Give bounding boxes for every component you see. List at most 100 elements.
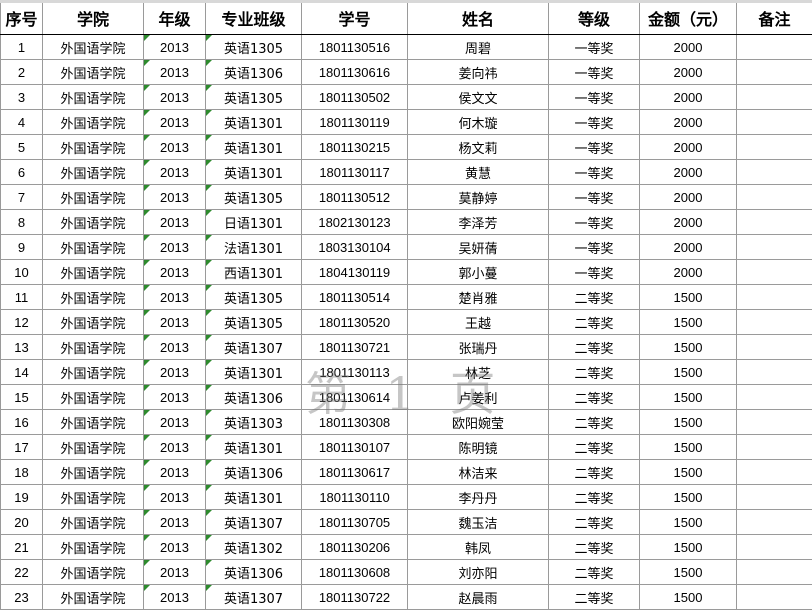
- header-college[interactable]: 学院: [42, 0, 144, 35]
- cell-remark[interactable]: [736, 484, 812, 510]
- cell-grade[interactable]: 2013: [143, 509, 206, 535]
- cell-index[interactable]: 23: [0, 584, 43, 610]
- cell-index[interactable]: 3: [0, 84, 43, 110]
- cell-amount[interactable]: 2000: [639, 234, 737, 260]
- cell-level[interactable]: 二等奖: [548, 559, 640, 585]
- cell-class[interactable]: 英语1305: [205, 284, 302, 310]
- cell-class[interactable]: 英语1301: [205, 359, 302, 385]
- cell-level[interactable]: 二等奖: [548, 384, 640, 410]
- cell-class[interactable]: 英语1301: [205, 434, 302, 460]
- cell-name[interactable]: 何木璇: [407, 109, 549, 135]
- cell-amount[interactable]: 1500: [639, 459, 737, 485]
- cell-student-id[interactable]: 1801130616: [301, 59, 408, 85]
- cell-remark[interactable]: [736, 434, 812, 460]
- cell-grade[interactable]: 2013: [143, 309, 206, 335]
- cell-level[interactable]: 一等奖: [548, 109, 640, 135]
- cell-index[interactable]: 10: [0, 259, 43, 285]
- cell-student-id[interactable]: 1802130123: [301, 209, 408, 235]
- cell-class[interactable]: 英语1306: [205, 384, 302, 410]
- cell-class[interactable]: 英语1305: [205, 84, 302, 110]
- cell-level[interactable]: 二等奖: [548, 334, 640, 360]
- cell-name[interactable]: 李丹丹: [407, 484, 549, 510]
- cell-grade[interactable]: 2013: [143, 234, 206, 260]
- cell-grade[interactable]: 2013: [143, 359, 206, 385]
- cell-name[interactable]: 林洁来: [407, 459, 549, 485]
- cell-remark[interactable]: [736, 359, 812, 385]
- cell-grade[interactable]: 2013: [143, 534, 206, 560]
- cell-level[interactable]: 一等奖: [548, 159, 640, 185]
- cell-student-id[interactable]: 1801130308: [301, 409, 408, 435]
- cell-grade[interactable]: 2013: [143, 209, 206, 235]
- cell-index[interactable]: 16: [0, 409, 43, 435]
- cell-college[interactable]: 外国语学院: [42, 459, 144, 485]
- cell-student-id[interactable]: 1801130617: [301, 459, 408, 485]
- cell-grade[interactable]: 2013: [143, 434, 206, 460]
- header-index[interactable]: 序号: [0, 0, 43, 35]
- cell-college[interactable]: 外国语学院: [42, 109, 144, 135]
- cell-name[interactable]: 楚肖雅: [407, 284, 549, 310]
- cell-amount[interactable]: 1500: [639, 584, 737, 610]
- cell-grade[interactable]: 2013: [143, 134, 206, 160]
- cell-name[interactable]: 欧阳婉莹: [407, 409, 549, 435]
- cell-index[interactable]: 20: [0, 509, 43, 535]
- cell-amount[interactable]: 1500: [639, 509, 737, 535]
- cell-level[interactable]: 二等奖: [548, 359, 640, 385]
- cell-class[interactable]: 英语1307: [205, 584, 302, 610]
- cell-remark[interactable]: [736, 459, 812, 485]
- cell-class[interactable]: 英语1305: [205, 309, 302, 335]
- cell-name[interactable]: 韩凤: [407, 534, 549, 560]
- cell-level[interactable]: 一等奖: [548, 34, 640, 60]
- cell-class[interactable]: 英语1301: [205, 484, 302, 510]
- cell-college[interactable]: 外国语学院: [42, 509, 144, 535]
- cell-level[interactable]: 一等奖: [548, 209, 640, 235]
- cell-index[interactable]: 1: [0, 34, 43, 60]
- cell-remark[interactable]: [736, 309, 812, 335]
- cell-name[interactable]: 姜向祎: [407, 59, 549, 85]
- cell-amount[interactable]: 1500: [639, 384, 737, 410]
- cell-index[interactable]: 6: [0, 159, 43, 185]
- cell-name[interactable]: 陈明镜: [407, 434, 549, 460]
- cell-level[interactable]: 一等奖: [548, 234, 640, 260]
- cell-college[interactable]: 外国语学院: [42, 409, 144, 435]
- cell-grade[interactable]: 2013: [143, 84, 206, 110]
- cell-class[interactable]: 英语1307: [205, 509, 302, 535]
- cell-amount[interactable]: 2000: [639, 259, 737, 285]
- cell-name[interactable]: 李泽芳: [407, 209, 549, 235]
- cell-student-id[interactable]: 1801130705: [301, 509, 408, 535]
- cell-level[interactable]: 二等奖: [548, 309, 640, 335]
- cell-remark[interactable]: [736, 384, 812, 410]
- cell-name[interactable]: 张瑞丹: [407, 334, 549, 360]
- cell-index[interactable]: 19: [0, 484, 43, 510]
- cell-class[interactable]: 英语1303: [205, 409, 302, 435]
- cell-grade[interactable]: 2013: [143, 284, 206, 310]
- cell-level[interactable]: 一等奖: [548, 134, 640, 160]
- cell-remark[interactable]: [736, 209, 812, 235]
- cell-college[interactable]: 外国语学院: [42, 34, 144, 60]
- cell-college[interactable]: 外国语学院: [42, 559, 144, 585]
- cell-college[interactable]: 外国语学院: [42, 59, 144, 85]
- cell-level[interactable]: 二等奖: [548, 434, 640, 460]
- cell-remark[interactable]: [736, 34, 812, 60]
- cell-remark[interactable]: [736, 134, 812, 160]
- cell-college[interactable]: 外国语学院: [42, 259, 144, 285]
- cell-college[interactable]: 外国语学院: [42, 159, 144, 185]
- cell-student-id[interactable]: 1801130722: [301, 584, 408, 610]
- cell-amount[interactable]: 1500: [639, 409, 737, 435]
- cell-class[interactable]: 英语1301: [205, 134, 302, 160]
- cell-remark[interactable]: [736, 109, 812, 135]
- cell-college[interactable]: 外国语学院: [42, 209, 144, 235]
- cell-college[interactable]: 外国语学院: [42, 384, 144, 410]
- cell-remark[interactable]: [736, 409, 812, 435]
- cell-college[interactable]: 外国语学院: [42, 434, 144, 460]
- cell-amount[interactable]: 1500: [639, 334, 737, 360]
- cell-name[interactable]: 侯文文: [407, 84, 549, 110]
- cell-grade[interactable]: 2013: [143, 159, 206, 185]
- cell-name[interactable]: 周碧: [407, 34, 549, 60]
- cell-amount[interactable]: 2000: [639, 34, 737, 60]
- cell-student-id[interactable]: 1801130721: [301, 334, 408, 360]
- cell-remark[interactable]: [736, 509, 812, 535]
- cell-remark[interactable]: [736, 559, 812, 585]
- cell-student-id[interactable]: 1801130512: [301, 184, 408, 210]
- cell-level[interactable]: 二等奖: [548, 284, 640, 310]
- cell-remark[interactable]: [736, 84, 812, 110]
